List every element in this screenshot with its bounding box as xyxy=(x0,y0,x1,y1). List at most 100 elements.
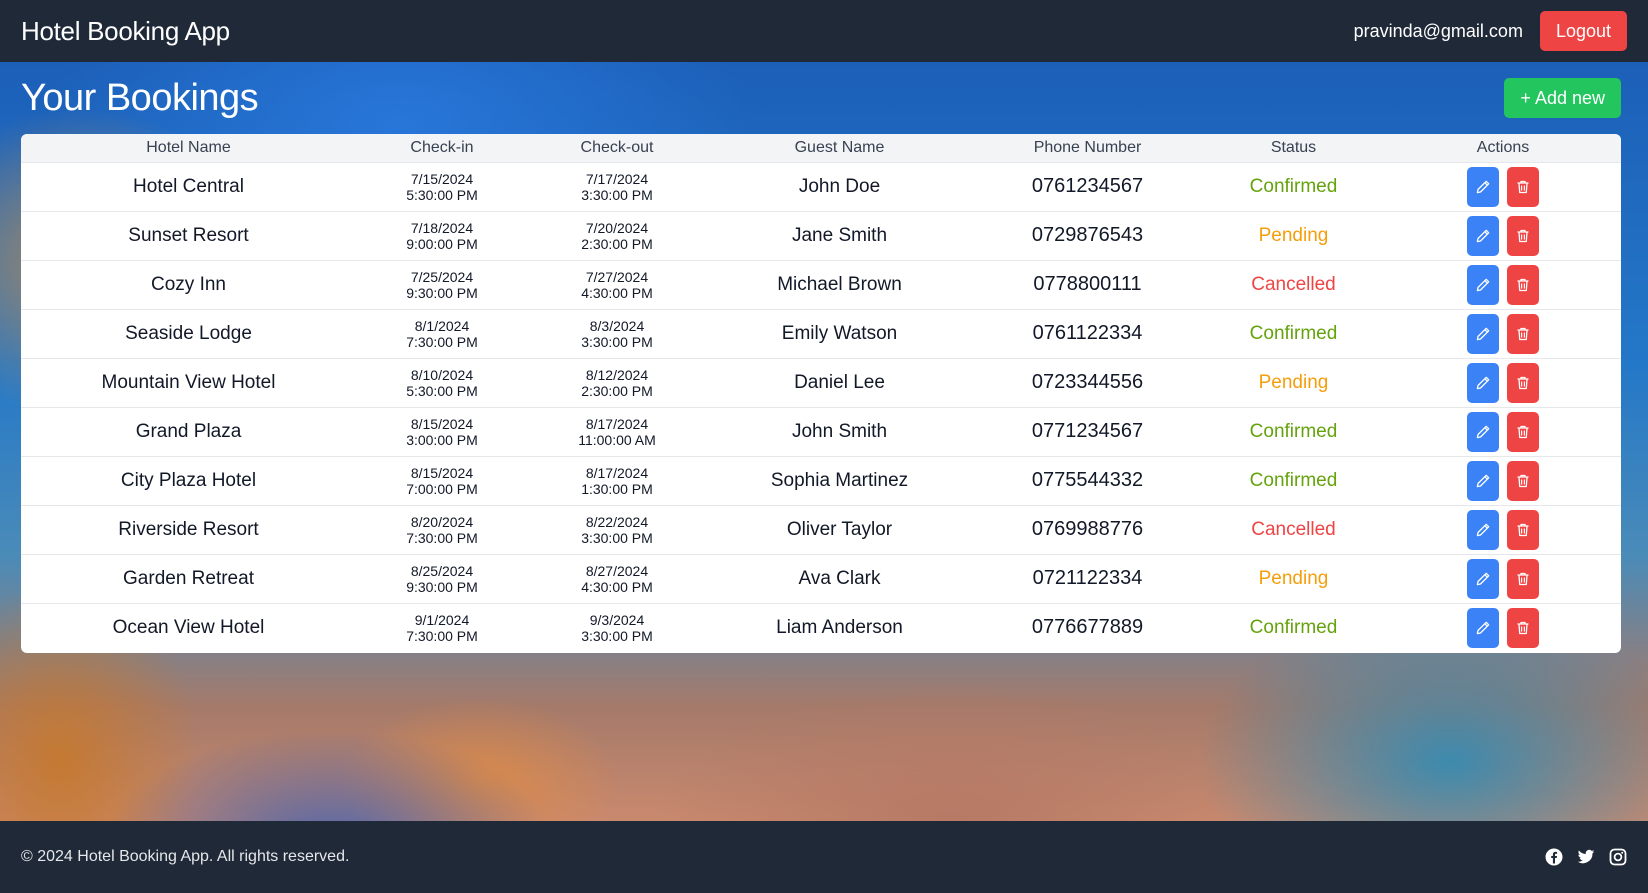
cell-check-out: 7/17/2024 3:30:00 PM xyxy=(528,162,706,211)
cell-hotel-name: Hotel Central xyxy=(133,175,244,197)
trash-icon xyxy=(1515,179,1531,195)
edit-button[interactable] xyxy=(1467,166,1499,207)
delete-button[interactable] xyxy=(1507,215,1539,256)
cell-check-out: 8/22/2024 3:30:00 PM xyxy=(528,505,706,554)
check-out-date: 9/3/2024 xyxy=(589,611,645,628)
delete-button[interactable] xyxy=(1507,558,1539,599)
pencil-icon xyxy=(1475,228,1491,244)
cell-phone-number: 0775544332 xyxy=(1031,469,1144,491)
check-out-time: 4:30:00 PM xyxy=(581,284,653,301)
check-out-date: 7/27/2024 xyxy=(585,268,649,285)
cell-hotel-name: Riverside Resort xyxy=(118,518,259,540)
edit-button[interactable] xyxy=(1467,509,1499,550)
table-row: Hotel Central 7/15/2024 5:30:00 PM 7/17/202… xyxy=(21,162,1621,211)
table-row: Cozy Inn 7/25/2024 9:30:00 PM 7/27/2024 4:30… xyxy=(21,260,1621,309)
cell-phone-number: 0761122334 xyxy=(1032,322,1143,344)
cell-check-in: 7/15/2024 5:30:00 PM xyxy=(356,162,528,211)
cell-actions xyxy=(1385,162,1621,211)
cell-check-in: 8/10/2024 5:30:00 PM xyxy=(356,358,528,407)
check-in-time: 9:30:00 PM xyxy=(406,284,478,301)
cell-actions xyxy=(1385,309,1621,358)
cell-check-out: 8/3/2024 3:30:00 PM xyxy=(528,309,706,358)
cell-guest-name: Liam Anderson xyxy=(776,616,903,638)
cell-actions xyxy=(1385,211,1621,260)
edit-button[interactable] xyxy=(1467,460,1499,501)
cell-guest-name: Sophia Martinez xyxy=(770,469,909,491)
edit-button[interactable] xyxy=(1467,607,1499,648)
trash-icon xyxy=(1515,473,1531,489)
cell-check-in: 7/25/2024 9:30:00 PM xyxy=(356,260,528,309)
check-in-time: 7:30:00 PM xyxy=(406,333,478,350)
cell-phone-number: 0776677889 xyxy=(1031,616,1144,639)
check-in-time: 3:00:00 PM xyxy=(406,431,478,448)
copyright-text: © 2024 Hotel Booking App. All rights res… xyxy=(21,848,350,865)
trash-icon xyxy=(1515,326,1531,342)
check-out-time: 2:30:00 PM xyxy=(581,382,653,399)
table-header-row: Hotel Name Check-in Check-out Guest Name… xyxy=(21,134,1621,162)
check-out-time: 4:30:00 PM xyxy=(581,578,653,595)
delete-button[interactable] xyxy=(1507,362,1539,403)
check-in-date: 7/18/2024 xyxy=(410,219,474,236)
delete-button[interactable] xyxy=(1507,411,1539,452)
check-out-time: 11:00:00 AM xyxy=(578,431,656,448)
check-in-time: 9:00:00 PM xyxy=(406,235,478,252)
delete-button[interactable] xyxy=(1507,509,1539,550)
table-row: Riverside Resort 8/20/2024 7:30:00 PM 8/22/… xyxy=(21,505,1621,554)
cell-status: Pending xyxy=(1258,371,1329,393)
cell-guest-name: Michael Brown xyxy=(777,273,902,295)
row-actions xyxy=(1385,215,1621,256)
delete-button[interactable] xyxy=(1507,264,1539,305)
check-out-time: 3:30:00 PM xyxy=(581,627,653,644)
trash-icon xyxy=(1515,620,1531,636)
edit-button[interactable] xyxy=(1467,313,1499,354)
check-in-time: 5:30:00 PM xyxy=(406,382,478,399)
cell-status: Confirmed xyxy=(1249,322,1338,344)
cell-check-in: 8/25/2024 9:30:00 PM xyxy=(356,554,528,603)
edit-button[interactable] xyxy=(1467,362,1499,403)
edit-button[interactable] xyxy=(1467,264,1499,305)
cell-guest-name: Emily Watson xyxy=(781,322,898,344)
pencil-icon xyxy=(1475,326,1491,342)
delete-button[interactable] xyxy=(1507,460,1539,501)
cell-check-in: 7/18/2024 9:00:00 PM xyxy=(356,211,528,260)
delete-button[interactable] xyxy=(1507,607,1539,648)
instagram-icon[interactable] xyxy=(1609,848,1627,866)
row-actions xyxy=(1385,166,1621,207)
app-brand[interactable]: Hotel Booking App xyxy=(21,16,230,47)
cell-check-out: 9/3/2024 3:30:00 PM xyxy=(528,603,706,652)
check-out-date: 8/17/2024 xyxy=(585,415,649,432)
cell-phone-number: 0769988776 xyxy=(1031,518,1144,540)
twitter-icon[interactable] xyxy=(1577,848,1595,866)
check-out-date: 8/17/2024 xyxy=(585,464,649,481)
cell-actions xyxy=(1385,456,1621,505)
cell-actions xyxy=(1385,603,1621,652)
row-actions xyxy=(1385,362,1621,403)
cell-check-in: 8/15/2024 7:00:00 PM xyxy=(356,456,528,505)
check-in-date: 8/15/2024 xyxy=(410,464,474,481)
logout-button[interactable]: Logout xyxy=(1539,11,1627,51)
navbar: Hotel Booking App pravinda@gmail.com Log… xyxy=(0,0,1648,62)
page-title: Your Bookings xyxy=(21,76,259,119)
edit-button[interactable] xyxy=(1467,411,1499,452)
cell-check-in: 8/20/2024 7:30:00 PM xyxy=(356,505,528,554)
row-actions xyxy=(1385,607,1621,648)
edit-button[interactable] xyxy=(1467,215,1499,256)
cell-check-out: 8/17/2024 1:30:00 PM xyxy=(528,456,706,505)
row-actions xyxy=(1385,264,1621,305)
cell-hotel-name: Mountain View Hotel xyxy=(101,371,276,393)
nav-user-area: pravinda@gmail.com Logout xyxy=(1354,11,1627,51)
add-new-button[interactable]: + Add new xyxy=(1504,78,1621,118)
delete-button[interactable] xyxy=(1507,166,1539,207)
facebook-icon[interactable] xyxy=(1545,848,1563,866)
trash-icon xyxy=(1515,277,1531,293)
check-in-date: 9/1/2024 xyxy=(414,611,470,628)
delete-button[interactable] xyxy=(1507,313,1539,354)
cell-phone-number: 0761234567 xyxy=(1031,175,1144,197)
cell-phone-number: 0771234567 xyxy=(1031,420,1144,442)
trash-icon xyxy=(1515,228,1531,244)
cell-hotel-name: City Plaza Hotel xyxy=(120,469,257,491)
check-in-date: 7/25/2024 xyxy=(410,268,474,285)
edit-button[interactable] xyxy=(1467,558,1499,599)
cell-guest-name: Jane Smith xyxy=(791,224,888,246)
cell-status: Confirmed xyxy=(1249,616,1338,638)
